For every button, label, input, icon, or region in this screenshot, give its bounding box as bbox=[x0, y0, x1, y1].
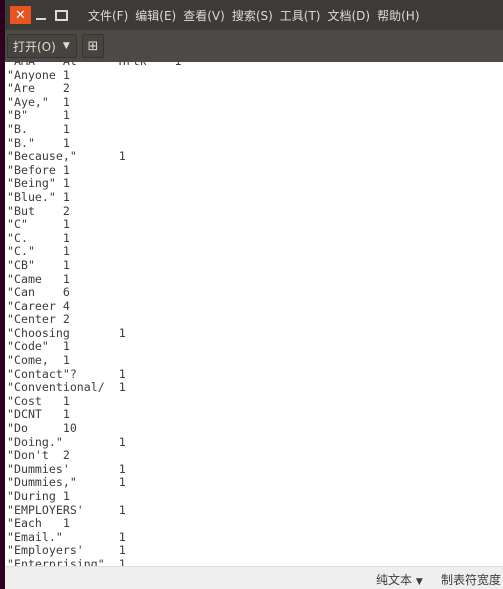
text-line: "Do 10 bbox=[7, 421, 77, 436]
text-line: "CB" 1 bbox=[7, 257, 70, 272]
text-line: "Employers' 1 bbox=[7, 543, 126, 558]
text-line: "Choosing 1 bbox=[7, 325, 126, 340]
text-line: "B. 1 bbox=[7, 121, 70, 136]
text-line: "Before 1 bbox=[7, 162, 70, 177]
menu-documents[interactable]: 文档(D) bbox=[328, 7, 371, 24]
toolbar: 打开(O) ▼ ⊞ bbox=[5, 30, 503, 62]
text-line: "Being" 1 bbox=[7, 176, 70, 191]
title-bar: ✕ 文件(F) 编辑(E) 查看(V) 搜索(S) 工具(T) 文档(D) 帮助… bbox=[5, 0, 503, 30]
text-line: "Are 2 bbox=[7, 81, 70, 96]
text-line: "C." 1 bbox=[7, 244, 70, 259]
text-editor-window: ✕ 文件(F) 编辑(E) 查看(V) 搜索(S) 工具(T) 文档(D) 帮助… bbox=[5, 0, 503, 589]
text-line: "B." 1 bbox=[7, 135, 70, 150]
text-line: "Aye," 1 bbox=[7, 94, 70, 109]
text-line: "Blue." 1 bbox=[7, 189, 70, 204]
open-button[interactable]: 打开(O) ▼ bbox=[7, 34, 77, 58]
text-line: "Contact"? 1 bbox=[7, 366, 126, 381]
menu-bar: 文件(F) 编辑(E) 查看(V) 搜索(S) 工具(T) 文档(D) 帮助(H… bbox=[88, 7, 427, 24]
text-line: "Conventional/ 1 bbox=[7, 380, 126, 395]
text-line: "C. 1 bbox=[7, 230, 70, 245]
minimize-icon bbox=[36, 18, 46, 20]
text-line: "Because," 1 bbox=[7, 149, 126, 164]
status-bar: 纯文本 ▼ 制表符宽度 bbox=[5, 566, 503, 589]
text-line: "Enterprising" 1 bbox=[7, 556, 126, 566]
open-label: 打开(O) bbox=[13, 39, 56, 54]
new-document-button[interactable]: ⊞ bbox=[82, 34, 104, 58]
text-area[interactable]: "AMA" At" Hrtk 1 "Anyone 1 "Are 2 "Aye,"… bbox=[5, 62, 503, 566]
text-line: "Career 4 bbox=[7, 298, 70, 313]
maximize-icon bbox=[54, 9, 68, 21]
menu-file[interactable]: 文件(F) bbox=[88, 7, 128, 24]
text-line: "DCNT 1 bbox=[7, 407, 70, 422]
text-line: "B" 1 bbox=[7, 108, 70, 123]
text-line: "Doing." 1 bbox=[7, 434, 126, 449]
text-line: "Code" 1 bbox=[7, 339, 70, 354]
menu-view[interactable]: 查看(V) bbox=[183, 7, 225, 24]
text-line: "EMPLOYERS' 1 bbox=[7, 502, 126, 517]
text-line: "C" 1 bbox=[7, 217, 70, 232]
language-label: 纯文本 bbox=[376, 573, 413, 587]
new-document-icon: ⊞ bbox=[87, 38, 99, 54]
close-icon: ✕ bbox=[15, 7, 26, 23]
menu-help[interactable]: 帮助(H) bbox=[377, 7, 419, 24]
text-line: "Cost 1 bbox=[7, 393, 70, 408]
text-line: "Each 1 bbox=[7, 516, 70, 531]
text-line: "Dummies," 1 bbox=[7, 475, 126, 490]
menu-tools[interactable]: 工具(T) bbox=[280, 7, 321, 24]
close-button[interactable]: ✕ bbox=[10, 6, 31, 24]
text-line: "During 1 bbox=[7, 489, 70, 503]
text-line: "Dummies' 1 bbox=[7, 461, 126, 476]
menu-search[interactable]: 搜索(S) bbox=[232, 7, 273, 24]
text-line: "But 2 bbox=[7, 203, 70, 218]
text-line: "Came 1 bbox=[7, 271, 70, 286]
text-line: "Anyone 1 bbox=[7, 67, 70, 82]
text-line: "Don't 2 bbox=[7, 448, 70, 463]
language-selector[interactable]: 纯文本 ▼ bbox=[376, 571, 423, 588]
maximize-button[interactable] bbox=[51, 6, 71, 24]
chevron-down-icon: ▼ bbox=[62, 41, 70, 51]
text-line: "Center 2 bbox=[7, 312, 70, 327]
text-line: "Can 6 bbox=[7, 285, 70, 300]
document-text[interactable]: "AMA" At" Hrtk 1 "Anyone 1 "Are 2 "Aye,"… bbox=[7, 62, 182, 566]
text-line: "Come, 1 bbox=[7, 353, 70, 368]
tab-width-selector[interactable]: 制表符宽度 bbox=[441, 571, 501, 588]
minimize-button[interactable] bbox=[31, 6, 51, 24]
chevron-down-icon: ▼ bbox=[415, 577, 423, 587]
text-line: "Email." 1 bbox=[7, 529, 126, 544]
menu-edit[interactable]: 编辑(E) bbox=[135, 7, 176, 24]
